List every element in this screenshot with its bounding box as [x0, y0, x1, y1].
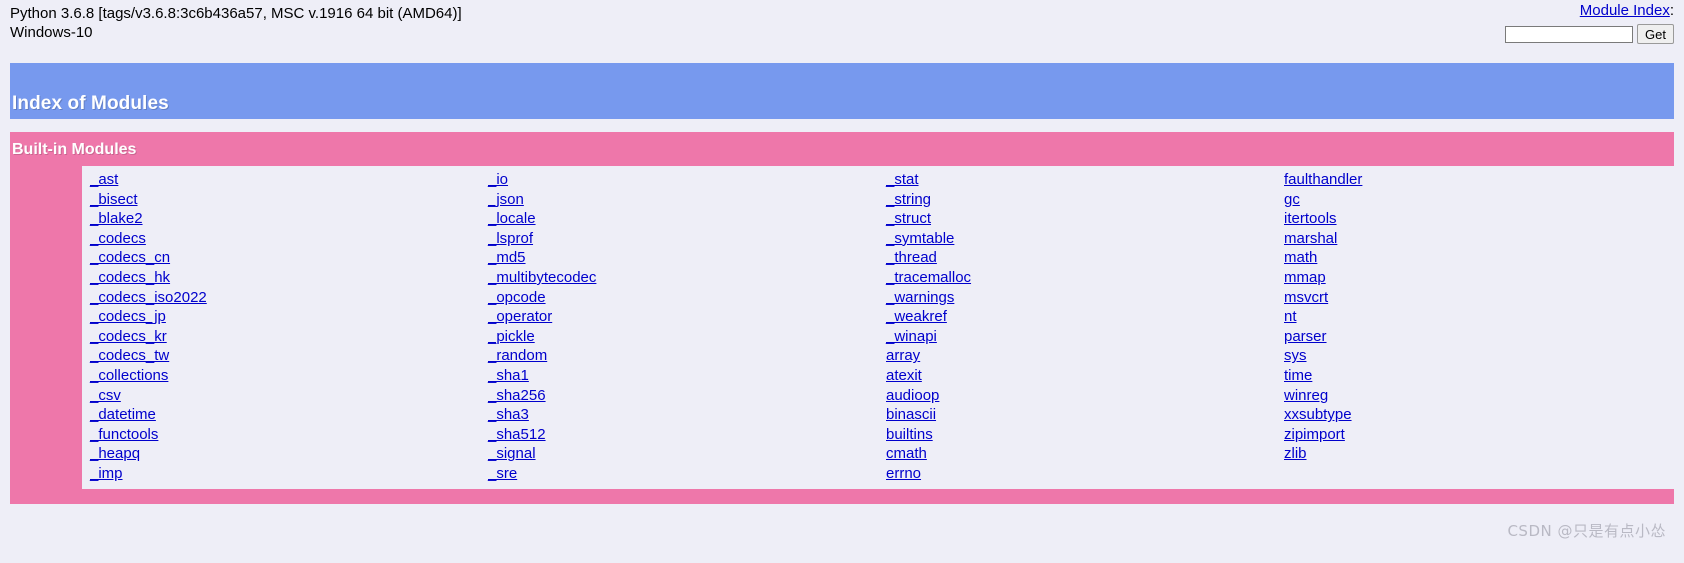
module-link[interactable]: _sha512	[488, 425, 546, 445]
module-link[interactable]: _sha256	[488, 386, 546, 406]
header-tools: Module Index: Get	[1505, 2, 1674, 44]
section-gutter	[10, 166, 82, 489]
module-link[interactable]: zipimport	[1284, 425, 1345, 445]
module-link[interactable]: _string	[886, 190, 931, 210]
module-link[interactable]: _imp	[90, 464, 123, 484]
page-title: Index of Modules	[12, 93, 169, 114]
module-column-4: faulthandler gc itertools marshal math mmap ms…	[1276, 170, 1674, 484]
module-link[interactable]: _md5	[488, 248, 526, 268]
module-index-link[interactable]: Module Index	[1580, 2, 1670, 19]
module-link[interactable]: _lsprof	[488, 229, 533, 249]
module-link[interactable]: itertools	[1284, 209, 1337, 229]
module-link[interactable]: _sha1	[488, 366, 529, 386]
module-link[interactable]: _multibytecodec	[488, 268, 596, 288]
module-columns: _ast _bisect _blake2 _codecs _codecs_cn _code…	[82, 170, 1674, 484]
module-link[interactable]: _weakref	[886, 307, 947, 327]
module-link[interactable]: _bisect	[90, 190, 138, 210]
module-link[interactable]: _functools	[90, 425, 158, 445]
module-link[interactable]: math	[1284, 248, 1317, 268]
module-column-1: _ast _bisect _blake2 _codecs _codecs_cn _code…	[82, 170, 480, 484]
module-link[interactable]: _opcode	[488, 288, 546, 308]
module-link[interactable]: _tracemalloc	[886, 268, 971, 288]
platform-info: Python 3.6.8 [tags/v3.6.8:3c6b436a57, MS…	[10, 4, 1674, 42]
module-link[interactable]: _blake2	[90, 209, 143, 229]
index-of-modules-banner: Index of Modules	[10, 63, 1674, 119]
module-link[interactable]: _heapq	[90, 444, 140, 464]
watermark: CSDN @只是有点小怂	[1507, 522, 1666, 540]
module-link[interactable]: marshal	[1284, 229, 1337, 249]
module-link[interactable]: _operator	[488, 307, 552, 327]
module-link[interactable]: _collections	[90, 366, 168, 386]
module-link[interactable]: binascii	[886, 405, 936, 425]
module-list-panel: _ast _bisect _blake2 _codecs _codecs_cn _code…	[82, 166, 1674, 489]
module-link[interactable]: _json	[488, 190, 524, 210]
module-link[interactable]: _random	[488, 346, 547, 366]
module-link[interactable]: _stat	[886, 170, 919, 190]
module-column-2: _io _json _locale _lsprof _md5 _multibytecode…	[480, 170, 878, 484]
search-input[interactable]	[1505, 25, 1634, 43]
page-header: Python 3.6.8 [tags/v3.6.8:3c6b436a57, MS…	[0, 0, 1684, 52]
module-link[interactable]: _thread	[886, 248, 937, 268]
module-link[interactable]: _symtable	[886, 229, 954, 249]
module-link[interactable]: cmath	[886, 444, 927, 464]
module-link[interactable]: _pickle	[488, 327, 535, 347]
module-link[interactable]: _ast	[90, 170, 118, 190]
module-link[interactable]: _io	[488, 170, 508, 190]
module-link[interactable]: _codecs_hk	[90, 268, 170, 288]
module-link[interactable]: _struct	[886, 209, 931, 229]
platform-line-2: Windows-10	[10, 24, 93, 41]
module-link[interactable]: nt	[1284, 307, 1297, 327]
builtin-modules-section: Built-in Modules _ast _bisect _blake2 _code…	[10, 132, 1674, 504]
module-link[interactable]: audioop	[886, 386, 939, 406]
module-link[interactable]: xxsubtype	[1284, 405, 1352, 425]
platform-line-1: Python 3.6.8 [tags/v3.6.8:3c6b436a57, MS…	[10, 5, 462, 22]
module-link[interactable]: errno	[886, 464, 921, 484]
module-link[interactable]: _codecs_tw	[90, 346, 169, 366]
search-form: Get	[1505, 24, 1674, 44]
module-link[interactable]: msvcrt	[1284, 288, 1328, 308]
module-link[interactable]: time	[1284, 366, 1312, 386]
module-column-3: _stat _string _struct _symtable _thread _trac…	[878, 170, 1276, 484]
module-link[interactable]: atexit	[886, 366, 922, 386]
module-link[interactable]: _winapi	[886, 327, 937, 347]
module-link[interactable]: array	[886, 346, 920, 366]
module-link[interactable]: _codecs_kr	[90, 327, 167, 347]
module-link[interactable]: _codecs	[90, 229, 146, 249]
module-index-line: Module Index:	[1505, 2, 1674, 20]
module-link[interactable]: parser	[1284, 327, 1327, 347]
module-link[interactable]: _locale	[488, 209, 536, 229]
module-link[interactable]: _csv	[90, 386, 121, 406]
module-link[interactable]: _codecs_iso2022	[90, 288, 207, 308]
module-link[interactable]: sys	[1284, 346, 1307, 366]
module-link[interactable]: mmap	[1284, 268, 1326, 288]
get-button[interactable]: Get	[1637, 24, 1674, 44]
module-link[interactable]: _warnings	[886, 288, 954, 308]
module-link[interactable]: _sha3	[488, 405, 529, 425]
module-link[interactable]: _codecs_jp	[90, 307, 166, 327]
module-link[interactable]: zlib	[1284, 444, 1307, 464]
module-link[interactable]: _codecs_cn	[90, 248, 170, 268]
module-link[interactable]: winreg	[1284, 386, 1328, 406]
module-index-colon: :	[1669, 2, 1674, 19]
section-footer-bar	[10, 488, 1674, 504]
builtin-modules-title: Built-in Modules	[12, 141, 137, 158]
module-link[interactable]: builtins	[886, 425, 933, 445]
module-link[interactable]: _signal	[488, 444, 536, 464]
module-link[interactable]: gc	[1284, 190, 1300, 210]
module-link[interactable]: faulthandler	[1284, 170, 1362, 190]
builtin-modules-body: _ast _bisect _blake2 _codecs _codecs_cn _code…	[10, 166, 1674, 489]
module-link[interactable]: _datetime	[90, 405, 156, 425]
module-link[interactable]: _sre	[488, 464, 517, 484]
